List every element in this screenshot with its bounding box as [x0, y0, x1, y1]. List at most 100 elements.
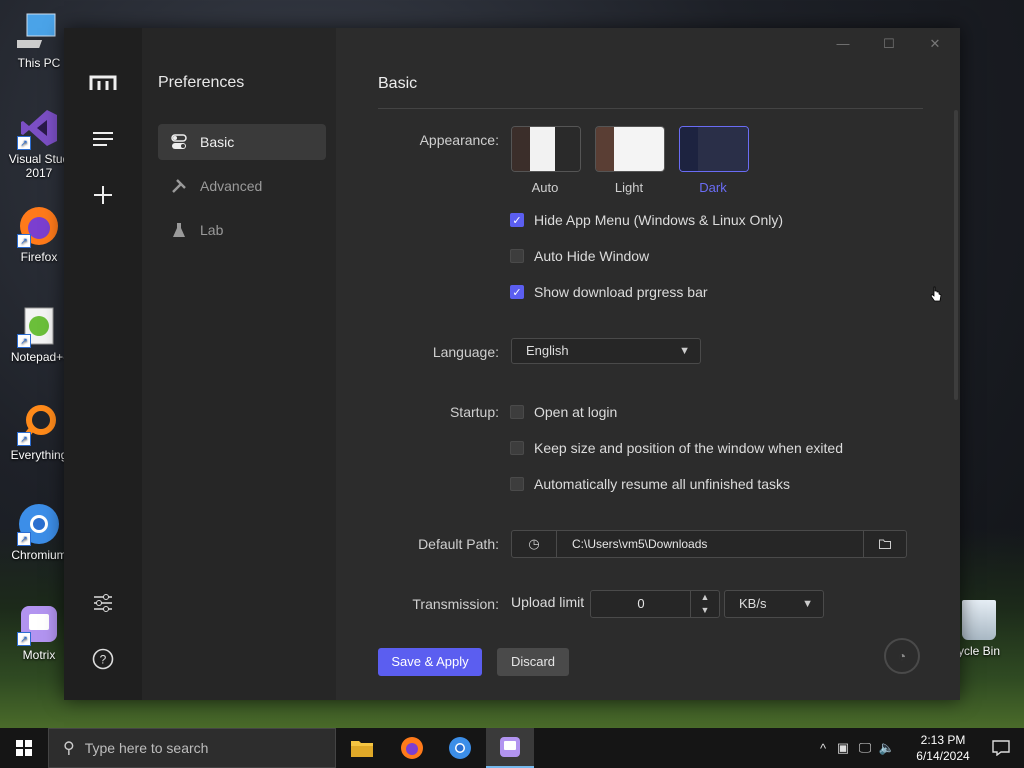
windows-start-icon[interactable] [0, 728, 48, 768]
keep-window-size-checkbox[interactable]: Keep size and position of the window whe… [510, 438, 843, 458]
toggle-icon [170, 133, 188, 151]
checkbox-label: Keep size and position of the window whe… [534, 440, 843, 456]
history-clock-icon[interactable]: ◷ [512, 531, 557, 557]
upload-unit-select[interactable]: KB/s ▼ [724, 590, 824, 618]
shortcut-arrow-icon: ↗ [17, 632, 31, 646]
theme-dark-thumbnail[interactable] [679, 126, 749, 172]
vm-tools-icon[interactable]: ▣ [832, 740, 854, 756]
default-path-value[interactable]: C:\Users\vm5\Downloads [572, 531, 707, 557]
clock-date: 6/14/2024 [916, 749, 970, 763]
notepad-plus-plus-icon: ↗ [17, 304, 61, 348]
shortcut-arrow-icon: ↗ [17, 234, 31, 248]
default-path-label: Default Path: [418, 536, 499, 552]
upload-unit-value: KB/s [739, 596, 767, 611]
upload-limit-value[interactable]: 0 [591, 591, 691, 617]
taskbar-search-box[interactable]: ⚲ Type here to search [48, 728, 336, 768]
sidebar-item-lab[interactable]: Lab [158, 212, 326, 248]
taskbar-motrix[interactable] [486, 728, 534, 768]
motrix-icon: ↗ [17, 602, 61, 646]
checkbox-unchecked-icon[interactable] [510, 405, 524, 419]
save-apply-button[interactable]: Save & Apply [378, 648, 482, 676]
taskbar-firefox[interactable] [388, 728, 436, 768]
svg-text:?: ? [100, 653, 107, 667]
upload-limit-stepper[interactable]: 0 ▲ ▼ [590, 590, 720, 618]
add-task-icon[interactable] [88, 180, 118, 210]
maximize-icon[interactable]: ☐ [874, 34, 904, 54]
startup-label: Startup: [449, 404, 499, 420]
motrix-icon [500, 737, 520, 757]
chevron-down-icon: ▼ [802, 598, 813, 610]
scrollbar[interactable] [954, 110, 958, 400]
taskbar-chromium[interactable] [436, 728, 484, 768]
resume-tasks-checkbox[interactable]: Automatically resume all unfinished task… [510, 474, 790, 494]
chevron-down-icon[interactable]: ▼ [691, 604, 719, 617]
help-icon[interactable]: ? [88, 644, 118, 674]
checkbox-label: Show download prgress bar [534, 284, 708, 300]
search-icon: ⚲ [63, 740, 75, 757]
recycle-bin-icon [962, 600, 996, 640]
motrix-logo-icon [88, 68, 118, 98]
preferences-content: — ☐ ✕ Basic Appearance: Auto Light Dark … [336, 28, 960, 700]
checkbox-unchecked-icon[interactable] [510, 249, 524, 263]
folder-icon[interactable] [863, 531, 906, 557]
notification-icon[interactable] [978, 728, 1024, 768]
volume-muted-icon[interactable]: 🔈 [876, 740, 898, 756]
desktop-icon-recycle-bin[interactable]: cycle Bin [952, 600, 1022, 658]
shortcut-arrow-icon: ↗ [17, 432, 31, 446]
show-progress-bar-checkbox[interactable]: ✓ Show download prgress bar [510, 282, 708, 302]
mouse-pointer-icon [930, 286, 942, 302]
chevron-up-icon[interactable]: ▲ [691, 591, 719, 604]
sidebar-item-label: Advanced [200, 178, 263, 194]
menu-icon[interactable] [88, 124, 118, 154]
app-rail: ? [64, 28, 142, 700]
checkbox-checked-icon[interactable]: ✓ [510, 213, 524, 227]
firefox-icon: ↗ [17, 204, 61, 248]
checkbox-label: Hide App Menu (Windows & Linux Only) [534, 212, 783, 228]
checkbox-unchecked-icon[interactable] [510, 477, 524, 491]
default-path-field[interactable]: ◷ C:\Users\vm5\Downloads [511, 530, 907, 558]
speedometer-icon[interactable]: ◔ [884, 638, 920, 674]
language-value: English [526, 343, 569, 358]
sidebar-item-label: Basic [200, 134, 235, 150]
discard-button[interactable]: Discard [497, 648, 569, 676]
chromium-icon [449, 737, 471, 759]
theme-auto-thumbnail[interactable] [511, 126, 581, 172]
minimize-icon[interactable]: — [828, 34, 858, 54]
tools-icon [170, 177, 188, 195]
language-select[interactable]: English ▼ [511, 338, 701, 364]
section-title: Basic [378, 75, 418, 92]
checkbox-unchecked-icon[interactable] [510, 441, 524, 455]
shortcut-arrow-icon: ↗ [17, 334, 31, 348]
checkbox-checked-icon[interactable]: ✓ [510, 285, 524, 299]
theme-dark-label[interactable]: Dark [679, 180, 747, 195]
divider [378, 108, 923, 109]
shortcut-arrow-icon: ↗ [17, 532, 31, 546]
sidebar-title: Preferences [158, 74, 245, 91]
taskbar: ⚲ Type here to search ^ ▣ 🖵 🔈 2:13 PM 6/… [0, 728, 1024, 768]
taskbar-file-explorer[interactable] [338, 728, 386, 768]
desktop-icon-label: cycle Bin [952, 644, 1001, 658]
monitor-icon [9, 10, 61, 54]
checkbox-label: Open at login [534, 404, 618, 420]
system-clock[interactable]: 2:13 PM 6/14/2024 [908, 732, 978, 764]
visual-studio-icon: ↗ [17, 106, 61, 150]
system-tray: ^ ▣ 🖵 🔈 [814, 728, 898, 768]
auto-hide-window-checkbox[interactable]: Auto Hide Window [510, 246, 649, 266]
preferences-sidebar: Preferences Basic Advanced Lab [142, 28, 336, 700]
sidebar-item-basic[interactable]: Basic [158, 124, 326, 160]
close-icon[interactable]: ✕ [920, 34, 950, 54]
network-icon[interactable]: 🖵 [854, 740, 876, 756]
open-at-login-checkbox[interactable]: Open at login [510, 402, 617, 422]
hide-app-menu-checkbox[interactable]: ✓ Hide App Menu (Windows & Linux Only) [510, 210, 783, 230]
theme-light-thumbnail[interactable] [595, 126, 665, 172]
chevron-up-icon[interactable]: ^ [814, 741, 832, 756]
theme-light-label[interactable]: Light [595, 180, 663, 195]
firefox-icon [401, 737, 423, 759]
appearance-label: Appearance: [419, 132, 499, 148]
sidebar-item-advanced[interactable]: Advanced [158, 168, 326, 204]
checkbox-label: Auto Hide Window [534, 248, 650, 264]
theme-auto-label[interactable]: Auto [511, 180, 579, 195]
clock-time: 2:13 PM [920, 733, 966, 747]
sidebar-item-label: Lab [200, 222, 224, 238]
preferences-sliders-icon[interactable] [88, 588, 118, 618]
